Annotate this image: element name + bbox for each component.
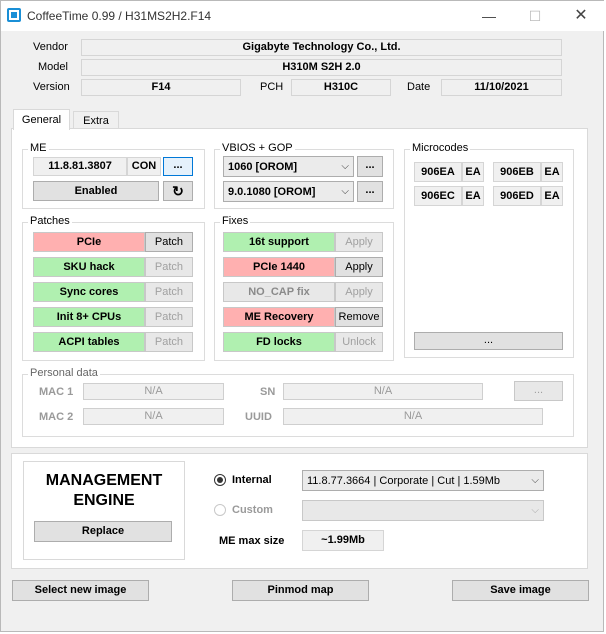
pch-label: PCH — [260, 81, 284, 93]
microcode-id: 906EC — [414, 186, 462, 206]
patch-pcie-button[interactable]: Patch — [145, 232, 193, 252]
refresh-icon[interactable]: ↻ — [163, 181, 193, 201]
pch-field: H310C — [291, 79, 391, 96]
microcode-id: 906EA — [414, 162, 462, 182]
date-label: Date — [407, 81, 431, 93]
tab-general[interactable]: General — [13, 109, 70, 130]
fix-16t-support-button[interactable]: Apply — [335, 232, 383, 252]
me-heading-box: MANAGEMENT ENGINE Replace — [23, 461, 185, 560]
patch-status-pcie: PCIe — [33, 232, 145, 252]
microcodes-more-button[interactable]: ... — [414, 332, 563, 350]
minimize-button[interactable]: — — [466, 1, 512, 31]
me-con-field: CON — [127, 157, 161, 176]
tab-extra[interactable]: Extra — [73, 111, 119, 129]
vendor-field: Gigabyte Technology Co., Ltd. — [81, 39, 562, 56]
me-state-button[interactable]: Enabled — [33, 181, 159, 201]
patch-status-acpi-tables: ACPI tables — [33, 332, 145, 352]
vendor-label: Vendor — [33, 41, 68, 53]
mac2-field: N/A — [83, 408, 224, 425]
microcode-id: 906EB — [493, 162, 541, 182]
me-heading-line1: MANAGEMENT — [45, 472, 163, 489]
internal-radio[interactable] — [214, 474, 226, 486]
patch-acpi-tables-button[interactable]: Patch — [145, 332, 193, 352]
custom-image-select[interactable]: ⌵ — [302, 500, 544, 521]
internal-image-select[interactable]: 11.8.77.3664 | Corporate | Cut | 1.59Mb … — [302, 470, 544, 491]
patch-sync-cores-button[interactable]: Patch — [145, 282, 193, 302]
chevron-down-icon: ⌵ — [531, 505, 539, 516]
save-image-button[interactable]: Save image — [452, 580, 589, 601]
microcode-tag: EA — [541, 162, 563, 182]
app-icon — [7, 8, 21, 22]
internal-image-value: 11.8.77.3664 | Corporate | Cut | 1.59Mb — [307, 475, 501, 487]
fix-no-cap-button[interactable]: Apply — [335, 282, 383, 302]
radio-dot-icon — [217, 477, 223, 483]
sn-field: N/A — [283, 383, 483, 400]
pinmod-map-button[interactable]: Pinmod map — [232, 580, 369, 601]
model-label: Model — [38, 61, 68, 73]
model-field: H310M S2H 2.0 — [81, 59, 562, 76]
patches-group-title: Patches — [28, 215, 72, 227]
uuid-field: N/A — [283, 408, 543, 425]
me-more-button[interactable]: ... — [163, 157, 193, 176]
patch-init-cpus-button[interactable]: Patch — [145, 307, 193, 327]
patch-status-sku-hack: SKU hack — [33, 257, 145, 277]
vbios-select-value: 1060 [OROM] — [228, 161, 298, 173]
microcode-tag: EA — [462, 162, 484, 182]
gop-more-button[interactable]: ... — [357, 181, 383, 202]
sn-label: SN — [260, 386, 276, 398]
chevron-down-icon: ⌵ — [341, 161, 349, 172]
app-window: CoffeeTime 0.99 / H31MS2H2.F14 — ☐ ✕ Ven… — [0, 0, 605, 632]
fix-me-recovery-button[interactable]: Remove — [335, 307, 383, 327]
general-tab-panel: ME 11.8.81.3807 CON ... Enabled ↻ VBIOS … — [11, 128, 588, 448]
maximize-button[interactable]: ☐ — [512, 1, 558, 31]
me-max-size-field: ~1.99Mb — [302, 530, 384, 551]
custom-radio[interactable] — [214, 504, 226, 516]
fix-fd-locks-button[interactable]: Unlock — [335, 332, 383, 352]
fixes-group-title: Fixes — [220, 215, 251, 227]
patch-status-init-cpus: Init 8+ CPUs — [33, 307, 145, 327]
fix-status-me-recovery: ME Recovery — [223, 307, 335, 327]
mac2-label: MAC 2 — [39, 411, 74, 423]
version-field: F14 — [81, 79, 241, 96]
patch-status-sync-cores: Sync cores — [33, 282, 145, 302]
personal-data-title: Personal data — [28, 367, 100, 379]
gop-select[interactable]: 9.0.1080 [OROM] ⌵ — [223, 181, 354, 202]
close-button[interactable]: ✕ — [558, 1, 604, 31]
title-bar: CoffeeTime 0.99 / H31MS2H2.F14 — ☐ ✕ — [1, 1, 605, 31]
date-field: 11/10/2021 — [441, 79, 562, 96]
me-max-size-label: ME max size — [219, 535, 285, 547]
vbios-select[interactable]: 1060 [OROM] ⌵ — [223, 156, 354, 177]
internal-label: Internal — [232, 474, 272, 486]
version-label: Version — [33, 81, 70, 93]
window-title: CoffeeTime 0.99 / H31MS2H2.F14 — [27, 9, 212, 23]
fix-status-16t-support: 16t support — [223, 232, 335, 252]
fix-pcie-1440-button[interactable]: Apply — [335, 257, 383, 277]
patch-sku-hack-button[interactable]: Patch — [145, 257, 193, 277]
vbios-group-title: VBIOS + GOP — [220, 142, 295, 154]
uuid-label: UUID — [245, 411, 272, 423]
vbios-more-button[interactable]: ... — [357, 156, 383, 177]
management-engine-panel: MANAGEMENT ENGINE Replace Internal 11.8.… — [11, 453, 588, 569]
microcode-id: 906ED — [493, 186, 541, 206]
replace-button[interactable]: Replace — [34, 521, 172, 542]
mac1-label: MAC 1 — [39, 386, 74, 398]
me-version-field: 11.8.81.3807 — [33, 157, 127, 176]
personal-more-button[interactable]: ... — [514, 381, 563, 401]
chevron-down-icon: ⌵ — [341, 186, 349, 197]
me-heading-line2: ENGINE — [73, 492, 135, 509]
microcode-tag: EA — [541, 186, 563, 206]
mac1-field: N/A — [83, 383, 224, 400]
select-new-image-button[interactable]: Select new image — [12, 580, 149, 601]
gop-select-value: 9.0.1080 [OROM] — [228, 186, 316, 198]
chevron-down-icon: ⌵ — [531, 475, 539, 486]
me-group-title: ME — [28, 142, 49, 154]
fix-status-fd-locks: FD locks — [223, 332, 335, 352]
custom-label: Custom — [232, 504, 273, 516]
microcode-tag: EA — [462, 186, 484, 206]
microcodes-group-title: Microcodes — [410, 142, 471, 154]
fix-status-no-cap: NO_CAP fix — [223, 282, 335, 302]
fix-status-pcie-1440: PCIe 1440 — [223, 257, 335, 277]
